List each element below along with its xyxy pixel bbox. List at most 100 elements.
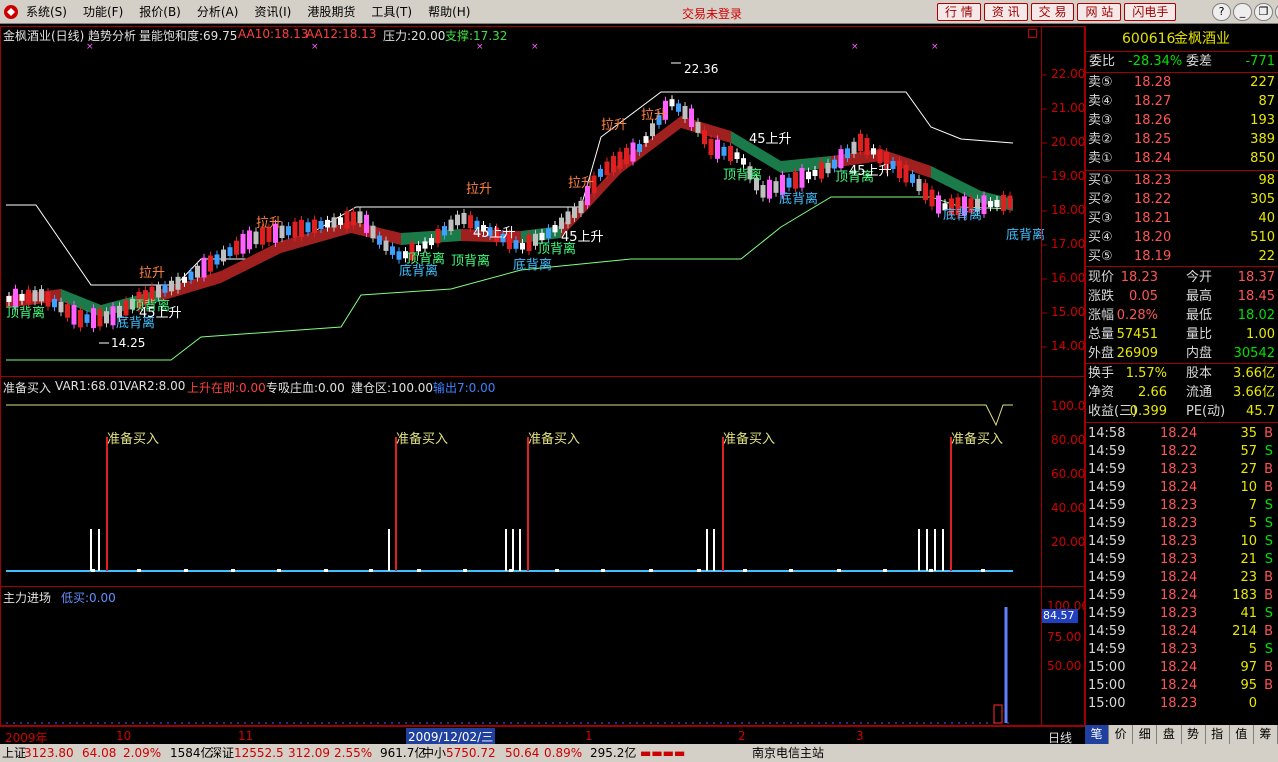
stat-value: 1.00 xyxy=(1246,327,1275,342)
bid-row: 买① 18.23 98 xyxy=(1086,172,1278,190)
candle-body xyxy=(221,249,226,262)
bid-volume: 510 xyxy=(1250,230,1275,245)
tick-row: 14:59 18.24 214 B xyxy=(1086,623,1278,641)
buy-signal-chart: 准备买入 准备买入 准备买入 准备买入 准备买入 xyxy=(6,404,1013,572)
candle-body xyxy=(851,141,857,154)
tick-row: 14:59 18.24 183 B xyxy=(1086,587,1278,605)
sz-amount: 961.7亿 xyxy=(380,746,427,760)
top-divergence-label: 拉升 xyxy=(256,216,282,231)
rise45-label: 45上升 xyxy=(139,306,182,321)
stat-label: 最低 xyxy=(1186,308,1213,323)
quote-tab-0[interactable]: 笔 xyxy=(1085,725,1110,744)
candle-body xyxy=(682,106,688,119)
candle-body xyxy=(188,271,194,280)
candle-body xyxy=(819,162,824,179)
candle-body xyxy=(435,228,441,244)
tick-row: 14:59 18.24 23 B xyxy=(1086,569,1278,587)
candle-body xyxy=(91,308,96,329)
menu-item-0[interactable]: 系统(S) xyxy=(26,3,67,20)
candle-body xyxy=(910,174,915,183)
sub-chart-main-force[interactable]: 主力进场 低买:0.00 100.00 75.00 50.00 84.57 xyxy=(0,586,1089,726)
top-button-0[interactable]: 行 情 xyxy=(937,3,981,21)
ask-label: 卖③ xyxy=(1088,113,1113,128)
bid-price: 18.23 xyxy=(1134,173,1172,188)
stat-label: PE(动) xyxy=(1186,404,1226,419)
tick-side: B xyxy=(1264,480,1273,495)
quote-tab-1[interactable]: 价 xyxy=(1109,725,1134,744)
y-tick: 18.00 xyxy=(1051,203,1086,217)
tick-price: 18.24 xyxy=(1160,588,1198,603)
menu-item-4[interactable]: 资讯(I) xyxy=(254,3,291,20)
tick-price: 18.23 xyxy=(1160,696,1198,711)
restore-icon[interactable]: ❐ xyxy=(1254,3,1273,21)
candle-body xyxy=(897,160,902,178)
stat-label: 总量 xyxy=(1088,327,1115,342)
quote-tab-5[interactable]: 指 xyxy=(1206,725,1230,744)
menu-item-1[interactable]: 功能(F) xyxy=(83,3,123,20)
tick-price: 18.23 xyxy=(1160,642,1198,657)
candle-body xyxy=(838,149,844,169)
menu-item-7[interactable]: 帮助(H) xyxy=(428,3,470,20)
tick-volume: 5 xyxy=(1248,642,1257,657)
quote-tab-2[interactable]: 细 xyxy=(1133,725,1158,744)
top-button-2[interactable]: 交 易 xyxy=(1030,3,1075,21)
ask-label: 卖② xyxy=(1088,132,1113,147)
stat-row: 现价 18.23 今开 18.37 xyxy=(1086,269,1278,287)
sub-chart-buy-signal[interactable]: 准备买入 VAR1:68.01 VAR2:8.00 上升在即:0.00 专吸庄血… xyxy=(0,376,1093,587)
quote-tab-3[interactable]: 盘 xyxy=(1157,725,1182,744)
ask-price: 18.28 xyxy=(1134,75,1172,90)
tick-row: 14:59 18.23 7 S xyxy=(1086,497,1278,515)
quote-tab-6[interactable]: 值 xyxy=(1230,725,1254,744)
tick-time: 14:58 xyxy=(1088,426,1126,441)
tick-price: 18.23 xyxy=(1160,606,1198,621)
stat-value: 18.45 xyxy=(1237,289,1275,304)
tick-side: B xyxy=(1264,462,1273,477)
sh-pct: 2.09% xyxy=(123,746,162,760)
candle-body xyxy=(624,147,629,165)
top-button-1[interactable]: 资 讯 xyxy=(983,3,1028,21)
minimize-icon[interactable]: _ xyxy=(1233,3,1252,21)
quote-tab-4[interactable]: 势 xyxy=(1182,725,1206,744)
top-divergence-label: 拉升 xyxy=(601,118,627,133)
tick-time: 14:59 xyxy=(1088,642,1126,657)
ask-row: 卖③ 18.26 193 xyxy=(1086,112,1278,130)
sz-change: 312.09 xyxy=(288,746,330,760)
main-chart-panel[interactable]: 金枫酒业(日线) 趋势分析 量能饱和度:69.75 AA10:18.13 AA1… xyxy=(0,26,1085,377)
tick-time: 14:59 xyxy=(1088,570,1126,585)
menu-item-3[interactable]: 分析(A) xyxy=(197,3,239,20)
candle-body xyxy=(84,314,90,323)
ask-volume: 850 xyxy=(1250,151,1275,166)
menu-item-6[interactable]: 工具(T) xyxy=(371,3,412,20)
zx-change: 50.64 xyxy=(505,746,540,760)
baseline-dot xyxy=(981,569,985,572)
candle-body xyxy=(162,284,168,293)
y-tick: 22.00 xyxy=(1051,67,1086,81)
candle-body xyxy=(299,219,304,237)
app-logo-icon xyxy=(2,3,20,21)
low-price-mark: 14.25 xyxy=(111,336,145,350)
tick-price: 18.23 xyxy=(1160,516,1198,531)
rise45-label: 45上升 xyxy=(749,132,792,147)
quote-tab-7[interactable]: 筹 xyxy=(1254,725,1278,744)
tick-row: 14:59 18.22 57 S xyxy=(1086,443,1278,461)
menu-item-5[interactable]: 港股期货 xyxy=(307,3,355,20)
candle-body xyxy=(253,231,259,245)
buy-signal-label: 准备买入 xyxy=(396,431,448,447)
candle-body xyxy=(916,178,922,192)
help-icon[interactable]: ? xyxy=(1212,3,1231,21)
ask-row: 卖⑤ 18.28 227 xyxy=(1086,74,1278,92)
candle-body xyxy=(793,171,798,189)
x-label-jan: 1 xyxy=(585,729,593,743)
candle-body xyxy=(175,276,181,290)
candle-body xyxy=(78,309,83,328)
top-button-4[interactable]: 闪电手 xyxy=(1124,3,1177,21)
candle-body xyxy=(552,225,558,233)
top-button-3[interactable]: 网 站 xyxy=(1077,3,1122,21)
tick-side: S xyxy=(1264,606,1273,621)
tick-time: 14:59 xyxy=(1088,516,1126,531)
candle-body xyxy=(97,309,103,327)
menu-item-2[interactable]: 报价(B) xyxy=(139,3,181,20)
stat-row: 涨跌 0.05 最高 18.45 xyxy=(1086,288,1278,306)
candle-body xyxy=(182,276,187,283)
top-marker: × xyxy=(311,42,319,52)
